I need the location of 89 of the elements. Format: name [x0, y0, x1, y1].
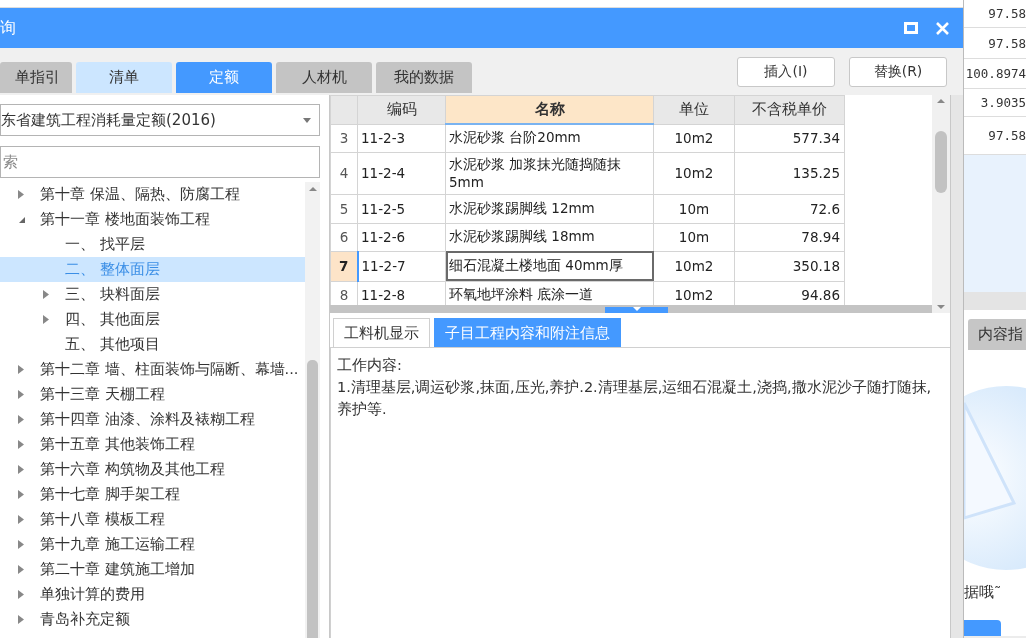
table-cell: 3.9035	[964, 89, 1026, 117]
search-field[interactable]: 索	[0, 146, 320, 178]
tree-item[interactable]: 第十一章 楼地面装饰工程	[0, 207, 305, 232]
table-cell: 100.8974	[964, 59, 1026, 89]
table-cell: 72.6	[734, 194, 845, 223]
tab[interactable]: 我的数据	[376, 62, 472, 93]
caret-icon	[632, 307, 641, 311]
tree-item[interactable]: 第十二章 墙、柱面装饰与隔断、幕墙...	[0, 357, 305, 382]
library-select[interactable]: 东省建筑工程消耗量定额(2016)	[0, 104, 320, 136]
insert-button[interactable]: 插入(I)	[737, 57, 835, 87]
table-cell: 97.58	[964, 28, 1026, 59]
tree-item[interactable]: 四、 其他面层	[0, 307, 305, 332]
tree-item[interactable]: 第十章 保温、隔热、防腐工程	[0, 182, 305, 207]
table-cell: 10m2	[653, 152, 735, 194]
scrollbar[interactable]	[932, 95, 950, 313]
table-cell: 97.58	[964, 0, 1026, 28]
tab[interactable]: 单指引	[0, 62, 72, 93]
collapsed-arrow-icon[interactable]	[43, 290, 49, 299]
table-cell: 10m	[653, 223, 735, 251]
collapsed-arrow-icon[interactable]	[18, 540, 24, 549]
splitter-handle[interactable]	[605, 307, 668, 313]
collapsed-arrow-icon[interactable]	[18, 365, 24, 374]
tree-item[interactable]: 三、 块料面层	[0, 282, 305, 307]
table-cell: 78.94	[734, 223, 845, 251]
column-header[interactable]: 编码	[357, 95, 446, 124]
tab[interactable]: 工料机显示	[333, 318, 430, 347]
tab[interactable]: 内容指	[968, 319, 1026, 350]
detail-text: 1.清理基层,调运砂浆,抹面,压光,养护.2.清理基层,运细石混凝土,浇捣,撒水泥沙子随打随抹,养护等.	[337, 378, 933, 419]
toolbar-background	[964, 292, 1026, 310]
tree-item[interactable]: 第十六章 构筑物及其他工程	[0, 457, 305, 482]
tree-item[interactable]: 第十七章 脚手架工程	[0, 482, 305, 507]
maximize-icon[interactable]	[904, 22, 918, 34]
table-cell: 11-2-6	[357, 223, 446, 251]
table-cell: 135.25	[734, 152, 845, 194]
table-cell: 577.34	[734, 124, 845, 152]
tree-item[interactable]: 五、 其他项目	[0, 332, 305, 357]
dropdown-caret-icon[interactable]	[303, 117, 311, 123]
table-cell: 10m2	[653, 251, 735, 281]
table-cell: 10m2	[653, 124, 735, 152]
collapsed-arrow-icon[interactable]	[18, 390, 24, 399]
row-number: 8	[330, 281, 358, 305]
table-cell: 10m	[653, 194, 735, 223]
scrollbar-thumb[interactable]	[935, 131, 947, 193]
empty-message: 据哦˜	[964, 583, 1003, 602]
tree-item[interactable]: 第二十章 建筑施工增加	[0, 557, 305, 582]
collapsed-arrow-icon[interactable]	[18, 490, 24, 499]
collapsed-arrow-icon[interactable]	[18, 465, 24, 474]
collapsed-arrow-icon[interactable]	[18, 565, 24, 574]
table-cell: 11-2-4	[357, 152, 446, 194]
collapsed-arrow-icon[interactable]	[18, 190, 24, 199]
tab[interactable]: 清单	[76, 62, 172, 93]
collapsed-arrow-icon[interactable]	[18, 440, 24, 449]
tree-item[interactable]: 第十五章 其他装饰工程	[0, 432, 305, 457]
collapsed-arrow-icon[interactable]	[18, 590, 24, 599]
tree-item[interactable]: 第十九章 施工运输工程	[0, 532, 305, 557]
expanded-arrow-icon[interactable]	[18, 215, 26, 224]
tree-item[interactable]: 第十四章 油漆、涂料及裱糊工程	[0, 407, 305, 432]
collapsed-arrow-icon[interactable]	[18, 415, 24, 424]
tab[interactable]: 人材机	[276, 62, 372, 93]
replace-button[interactable]: 替换(R)	[849, 57, 947, 87]
column-header[interactable]: 名称	[445, 95, 654, 124]
collapsed-arrow-icon[interactable]	[43, 315, 49, 324]
table-cell: 11-2-7	[357, 251, 446, 281]
tree-item[interactable]: 第十八章 模板工程	[0, 507, 305, 532]
table-cell: 11-2-5	[357, 194, 446, 223]
table-cell: 水泥砂浆踢脚线 12mm	[445, 194, 654, 223]
column-header[interactable]: 不含税单价	[734, 95, 845, 124]
row-number: 7	[330, 251, 358, 281]
table-cell: 水泥砂浆 台阶20mm	[445, 124, 654, 152]
window-title: 询	[0, 17, 16, 39]
collapsed-arrow-icon[interactable]	[18, 615, 24, 624]
close-icon[interactable]	[936, 21, 949, 35]
row-number: 3	[330, 124, 358, 152]
collapsed-arrow-icon[interactable]	[18, 515, 24, 524]
row-number: 6	[330, 223, 358, 251]
table-cell: 细石混凝土楼地面 40mm厚	[445, 251, 654, 281]
table-cell: 11-2-3	[357, 124, 446, 152]
row-number: 4	[330, 152, 358, 194]
table-cell: 350.18	[734, 251, 845, 281]
row-number: 5	[330, 194, 358, 223]
detail-heading: 工作内容:	[337, 356, 403, 375]
scrollbar[interactable]	[305, 182, 320, 638]
column-header[interactable]: 单位	[653, 95, 735, 124]
tree-item[interactable]: 第十三章 天棚工程	[0, 382, 305, 407]
scrollbar-thumb[interactable]	[307, 360, 318, 638]
tree-item[interactable]: 青岛补充定额	[0, 607, 305, 632]
tree-item[interactable]: 一、 找平层	[0, 232, 305, 257]
tree-item[interactable]: 单独计算的费用	[0, 582, 305, 607]
table-cell: 水泥砂浆 加浆抹光随捣随抹5mm	[445, 152, 654, 194]
